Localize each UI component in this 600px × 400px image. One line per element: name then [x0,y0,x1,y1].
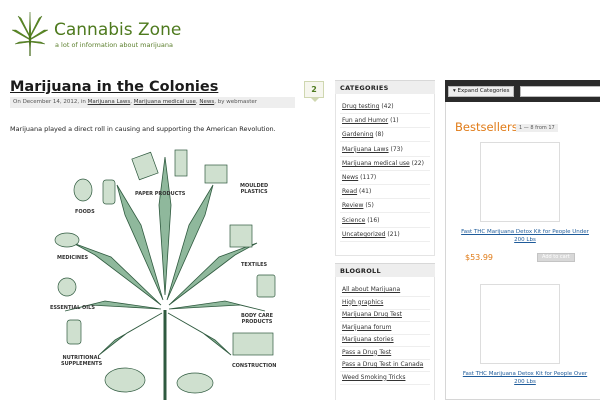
post-author-text: , by webmaster [214,99,257,105]
expand-categories-button[interactable]: ▾ Expand Categories [448,86,515,97]
blogroll-link-text[interactable]: Weed Smoking Tricks [342,374,405,381]
category-count: (73) [390,145,403,153]
blogroll-divider [340,383,430,385]
blogroll-link[interactable]: All about Marijuana [342,286,400,293]
blogroll-heading: BLOGROLL [335,263,435,277]
add-to-cart-button[interactable]: Add to cart [537,253,575,262]
category-divider [340,212,430,214]
category-item[interactable]: Marijuana Laws (73) [342,146,403,153]
label-moulded-plastics: MOULDED PLASTICS [240,183,269,195]
blogroll-divider [340,296,430,297]
categories-heading: CATEGORIES [335,80,435,94]
blogroll-divider [340,308,430,310]
label-textiles: TEXTILES [241,262,268,268]
category-count: (117) [360,174,377,181]
blogroll-link-text[interactable]: All about Marijuana [342,286,400,293]
blogroll-divider [340,358,430,360]
blogroll-link-text[interactable]: High graphics [342,299,383,306]
category-name[interactable]: Review [342,202,363,209]
category-count: (8) [375,131,384,139]
blogroll-link[interactable]: Weed Smoking Tricks [342,374,405,381]
category-item[interactable]: Fun and Humor (1) [342,117,399,124]
label-medicines: MEDICINES [57,255,89,261]
category-count: (42) [381,103,394,110]
blogroll-link[interactable]: Pass a Drug Test in Canada [342,361,423,368]
blogroll-link-text[interactable]: Pass a Drug Test in Canada [342,361,423,368]
category-item[interactable]: Read (41) [342,188,371,195]
category-divider [340,240,430,242]
blogroll-link-text[interactable]: Pass a Drug Test [342,349,391,356]
cannabis-leaf-logo-icon [11,11,49,56]
label-construction: CONSTRUCTION [232,363,277,369]
blogroll-divider [340,346,430,347]
site-tagline: a lot of information about marijuana [55,41,173,49]
product-name-link[interactable]: Fast THC Marijuana Detox Kit for People … [460,370,590,386]
category-count: (16) [367,216,380,224]
comment-count-badge[interactable]: 2 [304,81,324,102]
category-divider [340,155,430,157]
category-count: (5) [365,202,374,210]
category-divider [340,184,430,185]
category-name[interactable]: News [342,174,358,181]
blogroll-link[interactable]: Pass a Drug Test [342,349,391,356]
label-essential-oils: ESSENTIAL OILS [50,305,95,311]
product-image[interactable] [480,284,560,364]
blogroll-link[interactable]: Marijuana Drug Test [342,311,402,318]
category-count: (21) [387,230,400,238]
post-meta: On December 14, 2012, in Marijuana Laws,… [10,97,295,108]
category-link-news[interactable]: News [199,99,214,105]
category-link-marijuana-laws[interactable]: Marijuana Laws [88,99,131,105]
category-item[interactable]: Drug testing (42) [342,103,394,110]
site-title[interactable]: Cannabis Zone [54,20,181,40]
blogroll-link[interactable]: Marijuana stories [342,336,394,343]
category-item[interactable]: Science (16) [342,217,380,224]
category-name[interactable]: Marijuana Laws [342,146,389,153]
category-name[interactable]: Uncategorized [342,231,385,238]
category-item[interactable]: Gardening (8) [342,131,384,138]
hemp-uses-illustration: PAPER PRODUCTS MOULDED PLASTICS FOODS TE… [45,145,300,400]
category-name[interactable]: Marijuana medical use [342,160,410,167]
product-price: $53.99 [465,253,493,262]
label-paper-products: PAPER PRODUCTS [135,191,186,197]
category-item[interactable]: Review (5) [342,202,374,209]
blogroll-link[interactable]: Marijuana forum [342,324,391,331]
blogroll-divider [340,321,430,322]
category-name[interactable]: Gardening [342,131,373,138]
category-count: (1) [390,117,399,125]
blogroll-divider [340,333,430,335]
blogroll-link[interactable]: High graphics [342,299,383,306]
category-divider [340,113,430,114]
category-divider [340,141,430,143]
label-foods: FOODS [75,209,95,215]
category-item[interactable]: Marijuana medical use (22) [342,160,424,167]
category-divider [340,198,430,200]
category-count: (22) [411,159,424,167]
product-image[interactable] [480,142,560,222]
category-name[interactable]: Fun and Humor [342,117,388,124]
post-excerpt: Marijuana played a direct roll in causin… [10,125,276,133]
post-title-link[interactable]: Marijuana in the Colonies [10,79,218,95]
bestsellers-range-label: 1 — 8 from 17 [516,124,558,132]
category-item[interactable]: News (117) [342,174,376,181]
post-date-text: On December 14, 2012, in [13,99,86,105]
blogroll-link-text[interactable]: Marijuana forum [342,324,391,331]
category-divider [340,127,430,129]
blogroll-link-text[interactable]: Marijuana stories [342,336,394,343]
category-link-marijuana-medical-use[interactable]: Marijuana medical use [134,99,196,105]
category-divider [340,169,430,171]
category-name[interactable]: Science [342,217,365,224]
category-name[interactable]: Read [342,188,357,195]
blogroll-divider [340,371,430,372]
bestsellers-heading: Bestsellers [455,120,518,134]
product-name-link[interactable]: Fast THC Marijuana Detox Kit for People … [460,228,590,244]
shop-search-input[interactable] [520,86,600,97]
category-item[interactable]: Uncategorized (21) [342,231,400,238]
label-body-care-products: BODY CARE PRODUCTS [241,313,274,325]
label-nutritional-supplements: NUTRITIONAL SUPPLEMENTS [61,355,103,367]
category-divider [340,226,430,228]
blogroll-link-text[interactable]: Marijuana Drug Test [342,311,402,318]
category-count: (41) [359,188,372,196]
category-name[interactable]: Drug testing [342,103,379,110]
